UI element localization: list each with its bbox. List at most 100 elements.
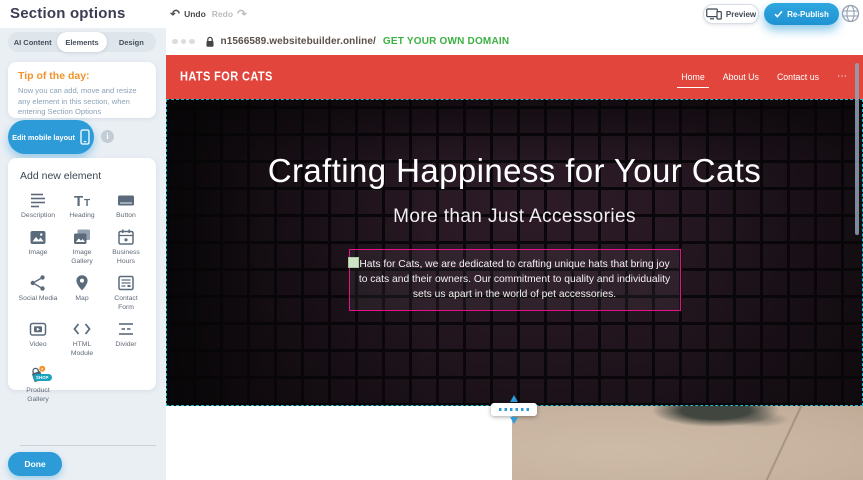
site-url[interactable]: n1566589.websitebuilder.online/	[221, 36, 376, 47]
undo-button[interactable]: ↶ Undo	[170, 8, 206, 20]
site-logo[interactable]: HATS FOR CATS	[180, 70, 273, 84]
nav-contact-us[interactable]: Contact us	[777, 68, 819, 86]
browser-dot	[189, 39, 195, 45]
next-section-left	[166, 406, 512, 480]
element-html-module[interactable]: HTML Module	[60, 319, 104, 358]
info-icon-glyph: i	[106, 132, 108, 141]
element-image-gallery[interactable]: Image Gallery	[60, 227, 104, 266]
element-business-hours[interactable]: Business Hours	[104, 227, 148, 266]
element-heading[interactable]: T T Heading	[60, 190, 104, 220]
browser-dots	[172, 39, 195, 45]
browser-dot	[172, 39, 178, 45]
lock-icon	[205, 36, 215, 48]
language-globe-button[interactable]	[841, 4, 860, 23]
add-new-element-card: Add new element Description T T	[8, 158, 156, 390]
element-label: Video	[29, 341, 46, 349]
preview-button[interactable]: Preview	[703, 4, 759, 24]
add-new-element-title: Add new element	[20, 170, 144, 182]
republish-button[interactable]: Re-Publish	[764, 3, 839, 25]
next-section-photo	[512, 406, 863, 480]
tab-ai-content[interactable]: AI Content	[8, 32, 57, 52]
page-title: Section options	[10, 5, 126, 22]
app-window: Section options ↶ Undo Redo ↷ Preview R	[0, 0, 863, 480]
element-image[interactable]: Image	[16, 227, 60, 266]
browser-bar: n1566589.websitebuilder.online/ GET YOUR…	[166, 28, 863, 55]
map-icon	[72, 273, 92, 293]
element-social-media[interactable]: Social Media	[16, 273, 60, 312]
preview-label: Preview	[726, 10, 756, 19]
tab-elements-label: Elements	[65, 38, 98, 47]
tip-of-the-day-card: Tip of the day: Now you can add, move an…	[8, 62, 156, 118]
tab-elements[interactable]: Elements	[57, 32, 106, 52]
undo-redo-group: ↶ Undo Redo ↷	[170, 0, 247, 28]
image-icon	[28, 227, 48, 247]
html-module-icon	[72, 319, 92, 339]
hero-subtitle[interactable]: More than Just Accessories	[166, 206, 863, 228]
social-media-icon	[28, 273, 48, 293]
element-contact-form[interactable]: Contact Form	[104, 273, 148, 312]
element-divider[interactable]: Divider	[104, 319, 148, 358]
redo-button[interactable]: Redo ↷	[212, 8, 247, 20]
tab-design[interactable]: Design	[107, 32, 156, 52]
info-icon[interactable]: i	[101, 130, 114, 143]
element-grid: Description T T Heading Button	[16, 190, 148, 404]
business-hours-icon	[116, 227, 136, 247]
element-label: Map	[75, 295, 88, 303]
republish-label: Re-Publish	[787, 10, 829, 19]
hero-text-box-selected[interactable]: Hats for Cats, we are dedicated to craft…	[349, 249, 681, 311]
browser-dot	[181, 39, 187, 45]
svg-text:T: T	[74, 193, 83, 210]
hero-paragraph: Hats for Cats, we are dedicated to craft…	[359, 257, 671, 303]
sidebar-tabbar: AI Content Elements Design	[8, 32, 156, 52]
undo-label: Undo	[184, 9, 206, 19]
element-label: Image	[29, 249, 48, 257]
shop-badge: SHOP	[33, 374, 52, 381]
edit-mobile-label: Edit mobile layout	[12, 133, 75, 142]
element-video[interactable]: Video	[16, 319, 60, 358]
video-icon	[28, 319, 48, 339]
site-nav: Home About Us Contact us ⋯	[681, 55, 847, 99]
section-resize-handle[interactable]	[491, 395, 537, 429]
site-header: HATS FOR CATS Home About Us Contact us ⋯	[166, 55, 863, 99]
resize-grip[interactable]	[491, 403, 537, 416]
top-toolbar: Section options ↶ Undo Redo ↷ Preview R	[0, 0, 863, 28]
get-own-domain-link[interactable]: GET YOUR OWN DOMAIN	[383, 36, 509, 47]
element-button[interactable]: Button	[104, 190, 148, 220]
nav-home[interactable]: Home	[681, 68, 704, 86]
undo-icon: ↶	[170, 8, 180, 20]
hero-section-selected[interactable]: Crafting Happiness for Your Cats More th…	[166, 99, 863, 406]
divider-icon	[116, 319, 136, 339]
contact-form-icon	[116, 273, 136, 293]
done-button[interactable]: Done	[8, 452, 62, 476]
image-gallery-icon	[72, 227, 92, 247]
element-product-gallery[interactable]: SHOP Product Gallery	[16, 365, 60, 404]
check-icon	[774, 10, 783, 18]
resize-arrow-down-icon	[510, 417, 518, 424]
element-label: Divider	[115, 341, 136, 349]
svg-text:T: T	[84, 198, 90, 209]
hero-title[interactable]: Crafting Happiness for Your Cats	[166, 149, 863, 193]
redo-label: Redo	[212, 9, 233, 19]
element-map[interactable]: Map	[60, 273, 104, 312]
element-label: Product Gallery	[18, 387, 58, 404]
tip-title: Tip of the day:	[18, 70, 146, 82]
element-label: Social Media	[19, 295, 58, 303]
element-description[interactable]: Description	[16, 190, 60, 220]
element-label: Heading	[69, 212, 94, 220]
tip-body: Now you can add, move and resize any ele…	[18, 86, 146, 118]
section-options-sidebar: AI Content Elements Design Tip of the da…	[0, 28, 166, 480]
preview-scrollbar-thumb[interactable]	[855, 63, 859, 235]
element-label: Image Gallery	[62, 249, 102, 266]
element-label: Description	[21, 212, 55, 220]
devices-icon	[706, 8, 722, 20]
nav-about-us[interactable]: About Us	[723, 68, 759, 86]
element-drag-handle[interactable]	[348, 257, 359, 268]
element-label: HTML Module	[62, 341, 102, 358]
element-label: Button	[116, 212, 136, 220]
globe-icon	[841, 4, 860, 23]
button-icon	[116, 190, 136, 210]
redo-icon: ↷	[237, 8, 247, 20]
resize-grip-dashes	[499, 408, 529, 411]
edit-mobile-layout-button[interactable]: Edit mobile layout	[8, 120, 94, 154]
nav-more-icon[interactable]: ⋯	[837, 72, 847, 82]
